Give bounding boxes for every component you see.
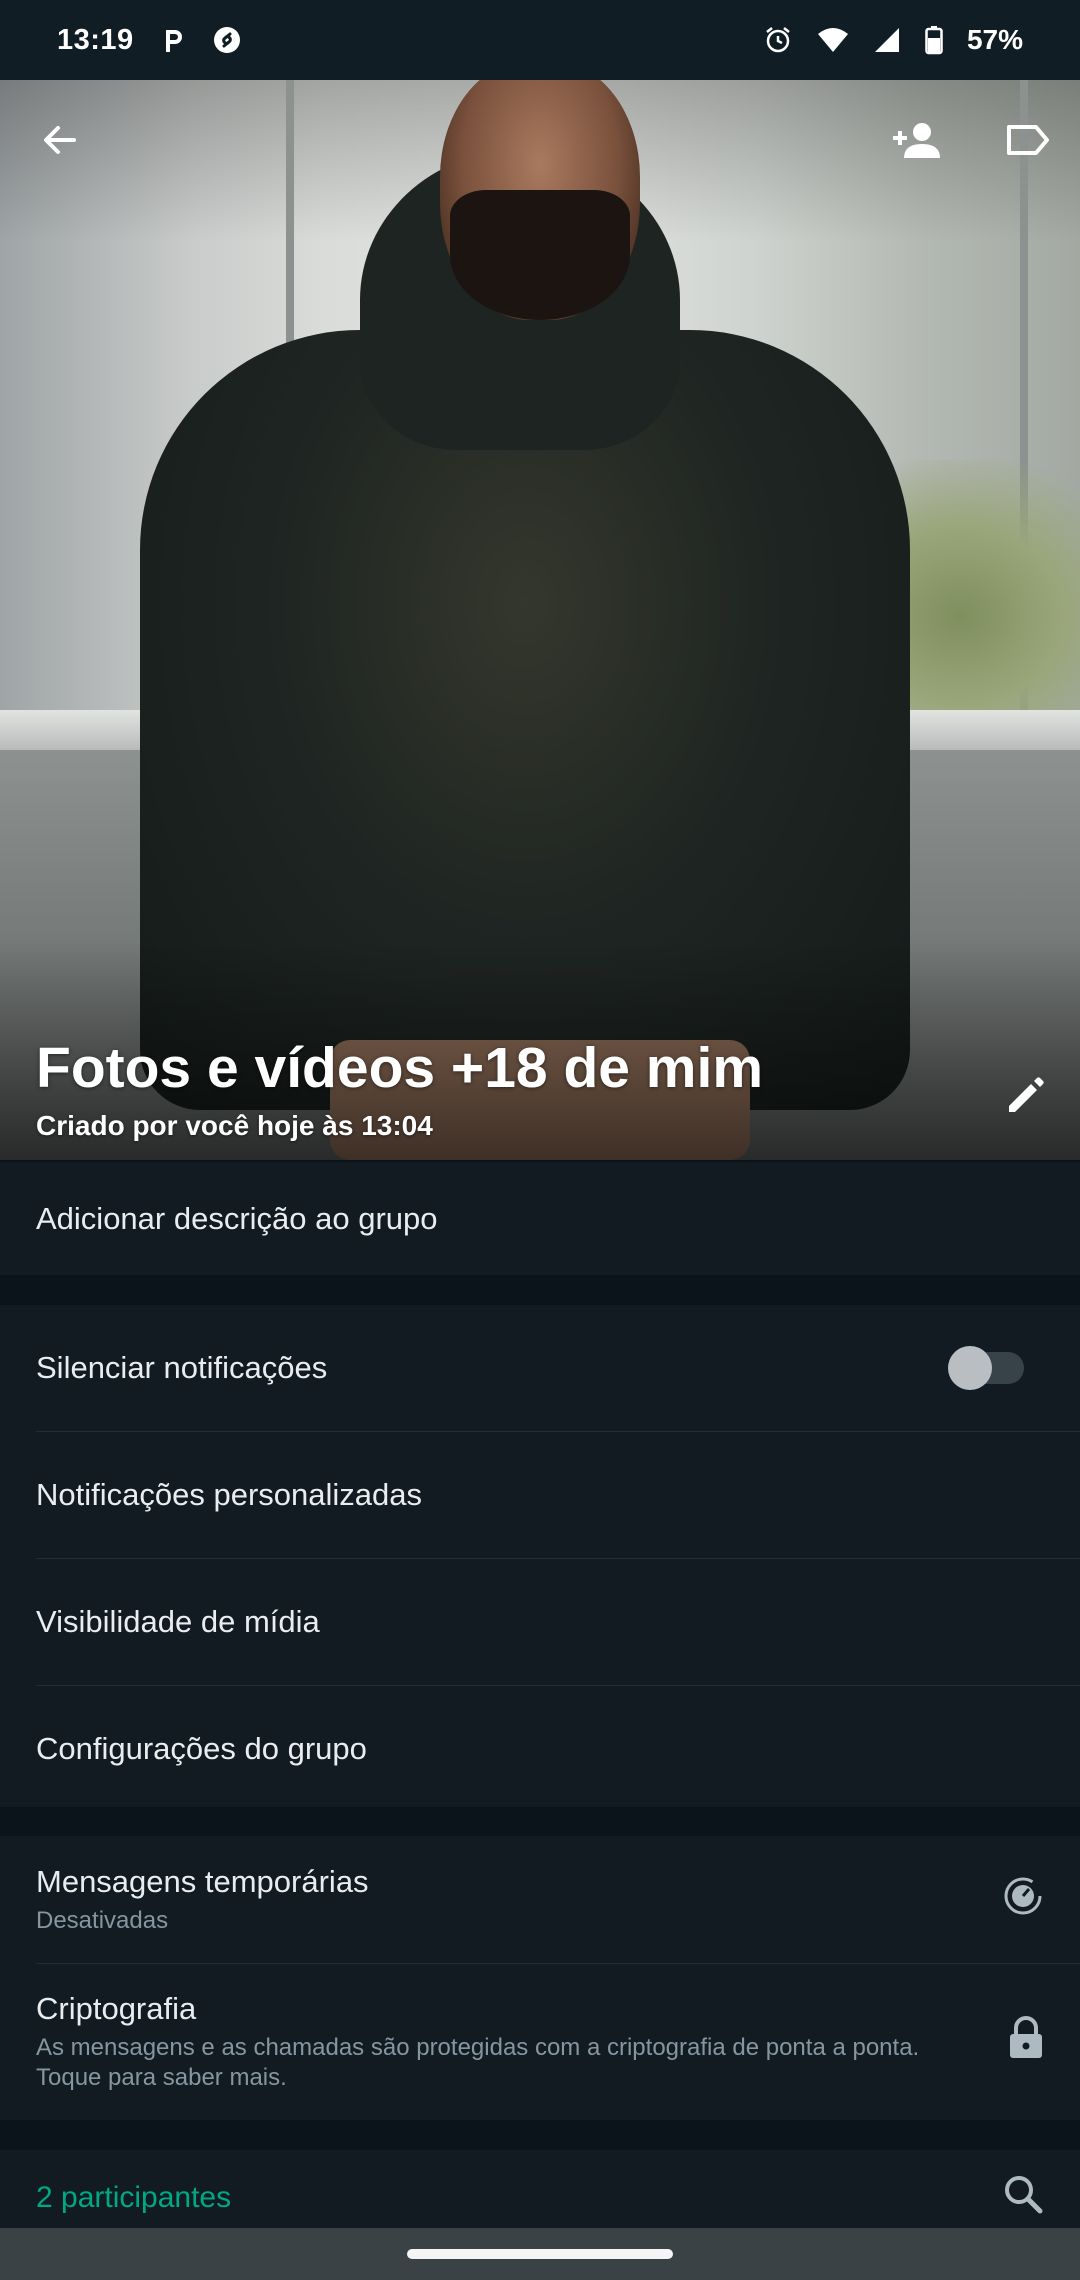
add-description-label: Adicionar descrição ao grupo [36,1200,438,1236]
search-participants-button[interactable] [1002,2173,1044,2223]
lock-icon [1008,2015,1044,2068]
media-visibility-row[interactable]: Visibilidade de mídia [0,1559,1080,1685]
status-time: 13:19 [57,23,134,56]
encryption-row[interactable]: Criptografia As mensagens e as chamadas … [0,1964,1080,2119]
home-gesture-handle[interactable] [407,2249,673,2259]
privacy-card: Mensagens temporárias Desativadas Cripto… [0,1836,1080,2120]
arrow-back-icon [40,120,80,165]
disappearing-messages-row[interactable]: Mensagens temporárias Desativadas [0,1836,1080,1963]
battery-level: 57% [966,24,1023,55]
label-button[interactable] [996,110,1060,174]
group-photo-header[interactable]: Fotos e vídeos +18 de mim Criado por voc… [0,80,1080,1160]
group-created-info: Criado por você hoje às 13:04 [36,1110,433,1141]
add-participant-button[interactable] [884,110,948,174]
navigation-bar [0,2228,1080,2280]
notification-settings-card: Silenciar notificações Notificações pers… [0,1305,1080,1807]
encryption-title: Criptografia [36,1990,197,2026]
group-title: Fotos e vídeos +18 de mim [36,1036,764,1100]
person-beard [450,190,630,320]
participants-count: 2 participantes [36,2181,232,2214]
disappearing-messages-title: Mensagens temporárias [36,1863,369,1899]
mute-notifications-label: Silenciar notificações [36,1350,328,1385]
disappearing-messages-status: Desativadas [36,1906,169,1934]
label-icon [1006,123,1050,162]
search-icon [1002,2176,1044,2222]
pencil-icon [1005,1074,1047,1121]
mute-notifications-toggle[interactable] [948,1346,1024,1390]
timer-icon [1002,1875,1044,1925]
participants-card: 2 participantes [0,2150,1080,2228]
add-description-row[interactable]: Adicionar descrição ao grupo [0,1162,1080,1275]
group-settings-label: Configurações do grupo [36,1731,367,1766]
encryption-description: As mensagens e as chamadas são protegida… [36,2033,920,2091]
description-card: Adicionar descrição ao grupo [0,1162,1080,1275]
p-app-icon [158,25,188,55]
battery-icon [925,25,943,55]
media-visibility-label: Visibilidade de mídia [36,1604,320,1639]
custom-notifications-row[interactable]: Notificações personalizadas [0,1432,1080,1558]
alarm-icon [763,25,793,55]
signal-icon [871,25,901,55]
back-button[interactable] [28,110,92,174]
shazam-icon [212,25,242,55]
person-add-icon [890,120,942,165]
wifi-icon [817,25,848,55]
group-settings-row[interactable]: Configurações do grupo [0,1686,1080,1812]
toggle-knob [948,1346,992,1390]
edit-group-button[interactable] [994,1065,1058,1129]
status-bar: 13:19 57% [0,0,1080,80]
custom-notifications-label: Notificações personalizadas [36,1477,422,1512]
mute-notifications-row[interactable]: Silenciar notificações [0,1305,1080,1431]
